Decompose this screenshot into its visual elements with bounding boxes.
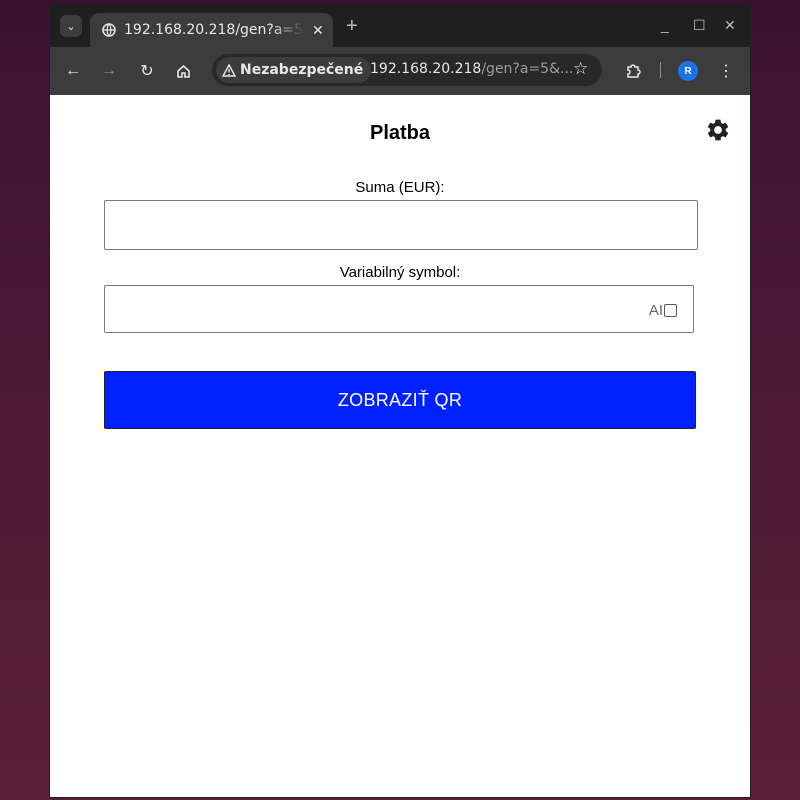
vs-label: Variabilný symbol:	[339, 264, 461, 281]
ai-label: AI	[648, 302, 663, 319]
browser-toolbar: ← → ↻ Nezabezpečené 192.168.20.218/gen?a…	[50, 47, 750, 95]
amount-label: Suma (EUR):	[355, 179, 445, 196]
page-content: Platba Suma (EUR): Variabilný symbol: AI…	[50, 95, 750, 797]
new-tab-button[interactable]: +	[346, 16, 358, 36]
menu-icon[interactable]: ⋮	[716, 61, 736, 81]
maximize-button[interactable]: ☐	[693, 17, 706, 34]
active-tab[interactable]: 192.168.20.218/gen?a=5 ✕	[90, 13, 333, 47]
profile-avatar[interactable]: R	[678, 61, 698, 81]
security-label: Nezabezpečené	[240, 62, 364, 78]
minimize-button[interactable]: _	[661, 17, 669, 33]
tab-strip: ⌄ 192.168.20.218/gen?a=5 ✕ + _ ☐ ✕	[50, 5, 750, 47]
address-bar[interactable]: Nezabezpečené 192.168.20.218/gen?a=5&...…	[212, 54, 602, 86]
security-chip[interactable]: Nezabezpečené	[216, 57, 372, 83]
vs-input[interactable]: AI	[104, 285, 694, 333]
globe-icon	[102, 23, 116, 37]
close-icon[interactable]: ✕	[312, 22, 324, 39]
show-qr-button[interactable]: ZOBRAZIŤ QR	[104, 371, 696, 429]
extensions-icon[interactable]	[623, 61, 643, 81]
url-host: 192.168.20.218	[370, 61, 482, 77]
tab-title: 192.168.20.218/gen?a=5	[124, 22, 304, 38]
star-icon[interactable]: ☆	[573, 59, 588, 79]
browser-window: ⌄ 192.168.20.218/gen?a=5 ✕ + _ ☐ ✕ ← → ↻…	[50, 5, 750, 797]
reload-icon[interactable]: ↻	[137, 61, 157, 81]
amount-input[interactable]	[104, 200, 698, 250]
ai-checkbox[interactable]	[664, 304, 677, 317]
forward-icon[interactable]: →	[99, 61, 119, 81]
tab-search-icon[interactable]: ⌄	[60, 15, 82, 37]
window-close-button[interactable]: ✕	[724, 17, 736, 34]
home-icon[interactable]	[173, 61, 193, 81]
toolbar-separator	[660, 62, 661, 78]
page-title: Platba	[369, 122, 431, 144]
url-path: /gen?a=5&...	[481, 61, 574, 77]
warning-icon	[222, 63, 236, 77]
url-text[interactable]: 192.168.20.218/gen?a=5&...	[370, 61, 573, 77]
back-icon[interactable]: ←	[63, 61, 83, 81]
